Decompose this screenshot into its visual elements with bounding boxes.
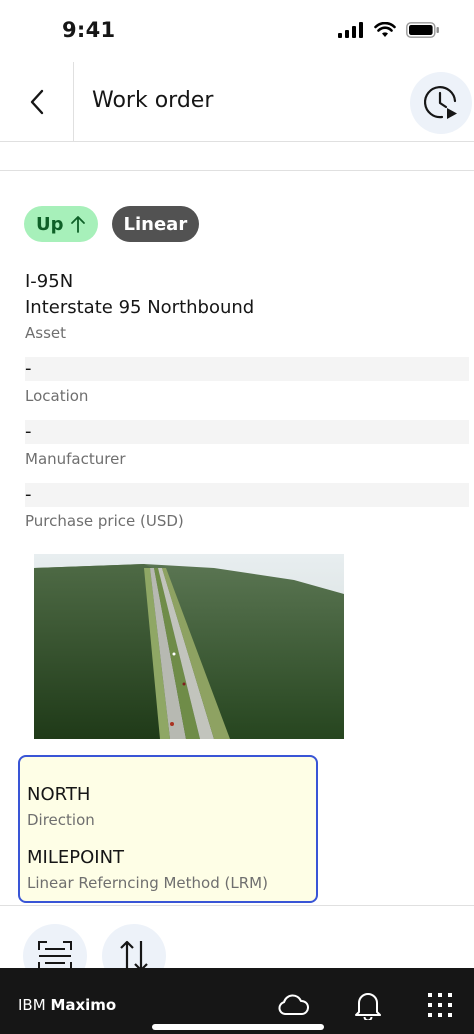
brand-name: Maximo [50,996,117,1014]
direction-value: NORTH [27,784,91,805]
cellular-signal-icon [338,22,363,38]
back-button[interactable] [0,62,74,142]
location-value: - [25,357,469,381]
manufacturer-value: - [25,420,469,444]
cloud-sync-button[interactable] [277,990,309,1020]
status-tags: Up Linear [24,206,200,242]
page-title: Work order [92,88,214,113]
lrm-method-value: MILEPOINT [27,847,125,868]
linear-tag-label: Linear [123,213,188,235]
linear-tag: Linear [111,206,200,242]
wifi-icon [374,22,396,37]
lrm-card[interactable]: NORTH Direction MILEPOINT Linear Refernc… [18,755,318,903]
chevron-left-icon [30,89,43,115]
lrm-method-label: Linear Referncing Method (LRM) [27,874,268,892]
purchase-price-label: Purchase price (USD) [25,512,184,530]
up-tag: Up [24,206,98,242]
asset-description: Interstate 95 Northbound [25,297,255,318]
status-icons [338,22,440,38]
home-indicator[interactable] [152,1024,324,1030]
location-label: Location [25,387,89,405]
cloud-icon [278,994,309,1015]
asset-label: Asset [25,324,67,342]
brand-logo: IBM Maximo [18,996,116,1014]
manufacturer-label: Manufacturer [25,450,126,468]
status-time: 9:41 [62,18,116,42]
asset-id: I-95N [25,271,74,292]
grid-icon [428,993,452,1017]
brand-prefix: IBM [18,996,46,1014]
notifications-button[interactable] [352,990,384,1020]
battery-icon [406,22,439,38]
direction-label: Direction [27,811,95,829]
purchase-price-value: - [25,483,469,507]
bell-icon [355,993,381,1020]
arrow-up-icon [70,216,85,233]
app-header: Work order [0,62,474,142]
asset-photo[interactable] [34,554,344,739]
history-button[interactable] [410,72,472,134]
status-bar: 9:41 [0,0,474,62]
screen: 9:41 Work order Up Linear I-95N Intersta… [0,0,474,1034]
highway-aerial-image [34,554,344,739]
app-switcher-button[interactable] [424,990,456,1020]
section-divider [0,170,474,171]
up-tag-label: Up [36,213,64,235]
bottom-divider [0,905,474,906]
clock-play-icon [423,86,457,119]
